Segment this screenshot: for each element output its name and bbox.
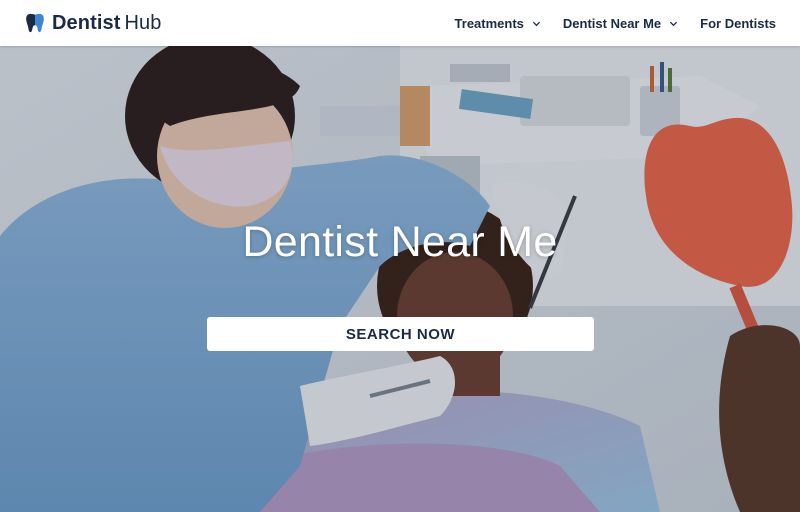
- nav-item-for-dentists[interactable]: For Dentists: [700, 16, 776, 31]
- nav-item-treatments[interactable]: Treatments: [455, 16, 541, 31]
- site-header: Dentist Hub Treatments Dentist Near Me Fo…: [0, 0, 800, 46]
- brand-name: Dentist Hub: [52, 11, 162, 34]
- tooth-icon: [24, 12, 46, 34]
- nav-item-dentist-near-me[interactable]: Dentist Near Me: [563, 16, 678, 31]
- chevron-down-icon: [669, 19, 678, 28]
- hero-section: Dentist Near Me SEARCH NOW: [0, 46, 800, 512]
- main-nav: Treatments Dentist Near Me For Dentists: [455, 16, 776, 31]
- search-now-button[interactable]: SEARCH NOW: [207, 317, 594, 351]
- nav-item-label: For Dentists: [700, 15, 776, 31]
- nav-item-label: Treatments: [454, 15, 524, 31]
- hero-title: Dentist Near Me: [242, 218, 558, 266]
- chevron-down-icon: [532, 19, 541, 28]
- hero-overlay: [0, 46, 800, 512]
- nav-item-label: Dentist Near Me: [562, 15, 662, 31]
- brand-logo-link[interactable]: Dentist Hub: [24, 12, 161, 35]
